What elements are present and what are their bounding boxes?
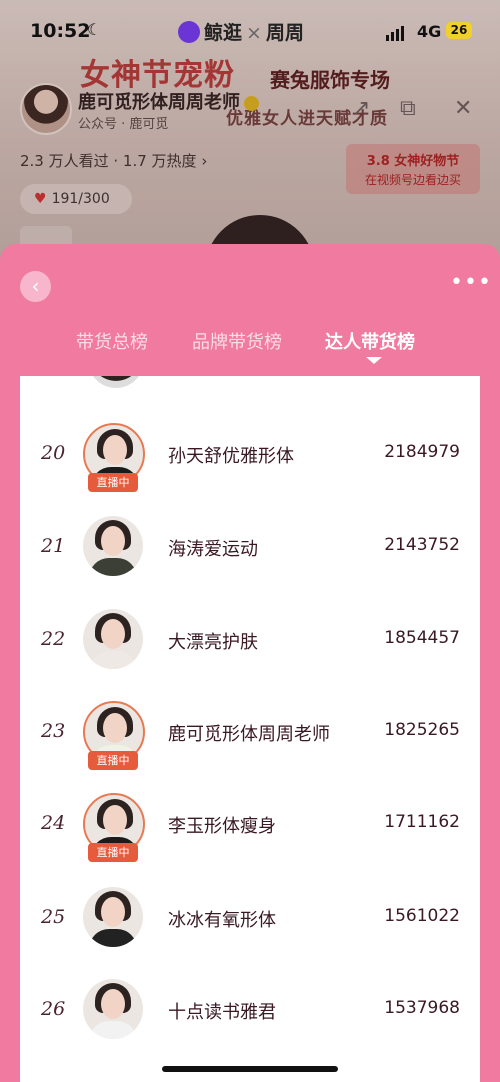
avatar-face xyxy=(103,805,127,835)
influencer-name[interactable]: 海涛爱运动 xyxy=(168,535,258,561)
avatar-face xyxy=(103,435,127,465)
avatar[interactable] xyxy=(83,516,143,576)
avatar-face xyxy=(101,619,125,649)
rank-number: 25 xyxy=(41,906,66,928)
influencer-name[interactable]: 孙天舒优雅形体 xyxy=(168,442,294,468)
avatar[interactable] xyxy=(88,376,144,388)
status-bar: 10:52 ☾ 鲸逛 × 周周 4G 26 xyxy=(0,0,500,58)
avatar[interactable] xyxy=(83,609,143,669)
influencer-name[interactable]: 李玉形体瘦身 xyxy=(168,812,276,838)
ranking-list[interactable]: 20 直播中 孙天舒优雅形体 2184979 21 海涛爱运动 2143752 22 大漂亮护肤… xyxy=(20,376,480,1082)
avatar-body xyxy=(89,651,137,669)
battery-icon: 26 xyxy=(446,22,472,39)
sales-score: 1537968 xyxy=(384,998,460,1018)
times-icon: × xyxy=(246,22,262,44)
influencer-name[interactable]: 冰冰有氧形体 xyxy=(168,906,276,932)
sales-score: 1711162 xyxy=(384,812,460,832)
partner-name: 周周 xyxy=(265,22,304,44)
avatar-face xyxy=(101,526,125,556)
influencer-name[interactable]: 十点读书雅君 xyxy=(168,998,276,1024)
clock: 10:52 xyxy=(30,20,91,42)
live-badge[interactable]: 直播中 xyxy=(88,843,138,862)
back-button[interactable]: ‹ xyxy=(20,271,51,302)
home-indicator[interactable] xyxy=(162,1066,338,1072)
rank-number: 24 xyxy=(41,812,66,834)
rank-number: 21 xyxy=(41,535,66,557)
ranking-row[interactable]: 22 大漂亮护肤 1854457 xyxy=(20,595,480,687)
avatar-face xyxy=(103,713,127,743)
rank-number: 23 xyxy=(41,720,66,742)
ranking-row[interactable]: 20 直播中 孙天舒优雅形体 2184979 xyxy=(20,409,480,501)
brand-name: 鲸逛 xyxy=(204,22,243,44)
network-type: 4G xyxy=(417,22,442,41)
tab-brand-ranking[interactable]: 品牌带货榜 xyxy=(192,328,282,354)
avatar-body xyxy=(89,1021,137,1039)
brand-title: 鲸逛 × 周周 xyxy=(178,18,304,45)
rank-number: 22 xyxy=(41,628,66,650)
ranking-sheet: ‹ ••• 带货总榜 品牌带货榜 达人带货榜 20 直播中 孙天舒优雅形体 21849… xyxy=(0,244,500,1082)
influencer-name[interactable]: 大漂亮护肤 xyxy=(168,628,258,654)
sales-score: 2143752 xyxy=(384,535,460,555)
ranking-row[interactable]: 23 直播中 鹿可觅形体周周老师 1825265 xyxy=(20,687,480,779)
avatar-face xyxy=(101,897,125,927)
avatar-body xyxy=(89,558,137,576)
active-tab-indicator xyxy=(366,357,382,364)
rank-number: 26 xyxy=(41,998,66,1020)
avatar-body xyxy=(89,929,137,947)
ranking-row[interactable]: 26 十点读书雅君 1537968 xyxy=(20,965,480,1057)
tab-influencer-ranking[interactable]: 达人带货榜 xyxy=(325,328,415,354)
ranking-tabs: 带货总榜 品牌带货榜 达人带货榜 xyxy=(0,328,500,368)
avatar[interactable] xyxy=(83,979,143,1039)
brand-logo-icon xyxy=(178,20,200,43)
sales-score: 1854457 xyxy=(384,628,460,648)
live-badge[interactable]: 直播中 xyxy=(88,473,138,492)
ranking-row[interactable]: 21 海涛爱运动 2143752 xyxy=(20,502,480,594)
sales-score: 1825265 xyxy=(384,720,460,740)
sales-score: 2184979 xyxy=(384,442,460,462)
rank-number: 20 xyxy=(41,442,66,464)
ranking-row[interactable]: 24 直播中 李玉形体瘦身 1711162 xyxy=(20,779,480,871)
influencer-name[interactable]: 鹿可觅形体周周老师 xyxy=(168,720,330,746)
moon-icon: ☾ xyxy=(87,20,102,39)
avatar[interactable] xyxy=(83,887,143,947)
sales-score: 1561022 xyxy=(384,906,460,926)
live-badge[interactable]: 直播中 xyxy=(88,751,138,770)
signal-icon xyxy=(386,22,406,41)
ranking-row[interactable]: 25 冰冰有氧形体 1561022 xyxy=(20,873,480,965)
tab-total-ranking[interactable]: 带货总榜 xyxy=(76,328,148,354)
avatar-face xyxy=(101,989,125,1019)
more-options-icon[interactable]: ••• xyxy=(450,272,492,294)
